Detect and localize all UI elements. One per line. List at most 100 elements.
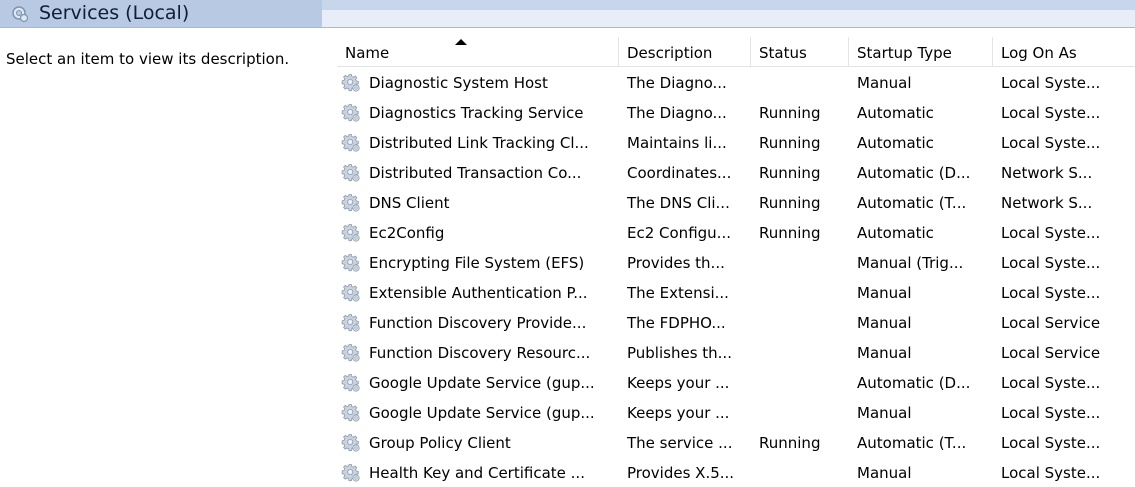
- services-list[interactable]: Name Description Status Startup Type Log…: [337, 37, 1135, 487]
- service-row[interactable]: DNS Client The DNS Cli... Running Automatic…: [337, 187, 1135, 217]
- service-row[interactable]: Extensible Authentication P... The Extens…: [337, 277, 1135, 307]
- column-header-label: Startup Type: [857, 44, 952, 62]
- service-row[interactable]: Google Update Service (gup... Keeps your …: [337, 367, 1135, 397]
- page-title: Services (Local): [39, 2, 190, 24]
- cell-status: Running: [759, 164, 821, 182]
- cell-startup-type: Automatic (D...: [857, 164, 971, 182]
- cell-name: Health Key and Certificate ...: [337, 457, 619, 487]
- service-row[interactable]: Distributed Transaction Co... Coordinates…: [337, 157, 1135, 187]
- cell-startup-type: Automatic (T...: [857, 434, 967, 452]
- cell-description: Ec2 Configu...: [627, 224, 731, 242]
- cell-logon-as: Local Syste...: [1001, 104, 1101, 122]
- column-header-label: Description: [627, 44, 713, 62]
- cell-logon-as: Local Syste...: [1001, 224, 1101, 242]
- cell-logon-as: Local Syste...: [1001, 254, 1101, 272]
- cell-logon-as: Local Syste...: [1001, 374, 1101, 392]
- cell-name: Function Discovery Provide...: [337, 307, 619, 337]
- service-gear-icon: [341, 254, 360, 272]
- cell-name: Diagnostics Tracking Service: [337, 97, 619, 127]
- cell-startup-type: Automatic: [857, 104, 934, 122]
- service-gear-icon: [341, 284, 360, 302]
- cell-logon-as: Local Syste...: [1001, 434, 1101, 452]
- service-row[interactable]: Diagnostic System Host The Diagno... Manua…: [337, 67, 1135, 97]
- service-name: Google Update Service (gup...: [369, 404, 595, 422]
- cell-description: The Diagno...: [627, 104, 727, 122]
- cell-name: Distributed Link Tracking Cl...: [337, 127, 619, 157]
- service-gear-icon: [341, 404, 360, 422]
- cell-description: Provides X.5...: [627, 464, 735, 482]
- cell-startup-type: Manual (Trig...: [857, 254, 964, 272]
- cell-startup-type: Automatic (D...: [857, 374, 971, 392]
- cell-description: The service ...: [627, 434, 733, 452]
- cell-status: [759, 337, 849, 367]
- cell-status: Running: [759, 104, 821, 122]
- title-tab: Services (Local): [0, 0, 322, 27]
- service-gear-icon: [341, 134, 360, 152]
- cell-name: Ec2Config: [337, 217, 619, 247]
- cell-status: [759, 367, 849, 397]
- column-header-startup-type[interactable]: Startup Type: [849, 37, 993, 66]
- column-header-logon-as[interactable]: Log On As: [993, 37, 1135, 66]
- service-gear-icon: [341, 164, 360, 182]
- service-name: Distributed Link Tracking Cl...: [369, 134, 589, 152]
- cell-name: DNS Client: [337, 187, 619, 217]
- cell-logon-as: Local Syste...: [1001, 404, 1101, 422]
- cell-description: The DNS Cli...: [627, 194, 730, 212]
- cell-name: Distributed Transaction Co...: [337, 157, 619, 187]
- column-header-label: Name: [345, 44, 390, 62]
- service-gear-icon: [341, 224, 360, 242]
- service-name: Function Discovery Resourc...: [369, 344, 591, 362]
- cell-status: [759, 277, 849, 307]
- cell-name: Function Discovery Resourc...: [337, 337, 619, 367]
- cell-status: Running: [759, 134, 821, 152]
- cell-startup-type: Manual: [857, 464, 912, 482]
- cell-description: The Extensi...: [627, 284, 729, 302]
- title-strip: [322, 10, 1135, 27]
- cell-status: Running: [759, 194, 821, 212]
- service-name: Google Update Service (gup...: [369, 374, 595, 392]
- cell-startup-type: Automatic: [857, 224, 934, 242]
- cell-name: Extensible Authentication P...: [337, 277, 619, 307]
- service-row[interactable]: Distributed Link Tracking Cl... Maintains…: [337, 127, 1135, 157]
- service-row[interactable]: Diagnostics Tracking Service The Diagno..…: [337, 97, 1135, 127]
- column-header-label: Log On As: [1001, 44, 1077, 62]
- cell-status: [759, 307, 849, 337]
- cell-description: The Diagno...: [627, 74, 727, 92]
- cell-name: Group Policy Client: [337, 427, 619, 457]
- cell-name: Google Update Service (gup...: [337, 367, 619, 397]
- cell-status: [759, 247, 849, 277]
- service-row[interactable]: Encrypting File System (EFS) Provides th.…: [337, 247, 1135, 277]
- cell-description: Publishes th...: [627, 344, 732, 362]
- cell-status: [759, 457, 849, 487]
- column-header-status[interactable]: Status: [751, 37, 849, 66]
- services-icon: [12, 6, 29, 23]
- title-bar: Services (Local): [0, 0, 1135, 28]
- column-header-name[interactable]: Name: [337, 37, 619, 66]
- cell-status: [759, 397, 849, 427]
- cell-logon-as: Local Service: [1001, 314, 1101, 332]
- service-row[interactable]: Google Update Service (gup... Keeps your …: [337, 397, 1135, 427]
- service-name: Encrypting File System (EFS): [369, 254, 585, 272]
- service-name: Function Discovery Provide...: [369, 314, 587, 332]
- column-header-description[interactable]: Description: [619, 37, 751, 66]
- service-name: Diagnostics Tracking Service: [369, 104, 584, 122]
- cell-description: Provides th...: [627, 254, 725, 272]
- cell-name: Encrypting File System (EFS): [337, 247, 619, 277]
- sort-ascending-icon: [455, 39, 467, 45]
- cell-description: Maintains li...: [627, 134, 727, 152]
- cell-startup-type: Automatic: [857, 134, 934, 152]
- service-row[interactable]: Function Discovery Provide... The FDPHO..…: [337, 307, 1135, 337]
- service-row[interactable]: Health Key and Certificate ... Provides X…: [337, 457, 1135, 487]
- service-row[interactable]: Group Policy Client The service ... Runnin…: [337, 427, 1135, 457]
- service-row[interactable]: Function Discovery Resourc... Publishes t…: [337, 337, 1135, 367]
- cell-status: Running: [759, 434, 821, 452]
- cell-startup-type: Manual: [857, 284, 912, 302]
- cell-description: Keeps your ...: [627, 404, 730, 422]
- service-gear-icon: [341, 314, 360, 332]
- cell-startup-type: Manual: [857, 74, 912, 92]
- cell-name: Google Update Service (gup...: [337, 397, 619, 427]
- service-name: DNS Client: [369, 194, 450, 212]
- cell-logon-as: Local Syste...: [1001, 464, 1101, 482]
- service-row[interactable]: Ec2Config Ec2 Configu... Running Automatic L…: [337, 217, 1135, 247]
- service-name: Diagnostic System Host: [369, 74, 548, 92]
